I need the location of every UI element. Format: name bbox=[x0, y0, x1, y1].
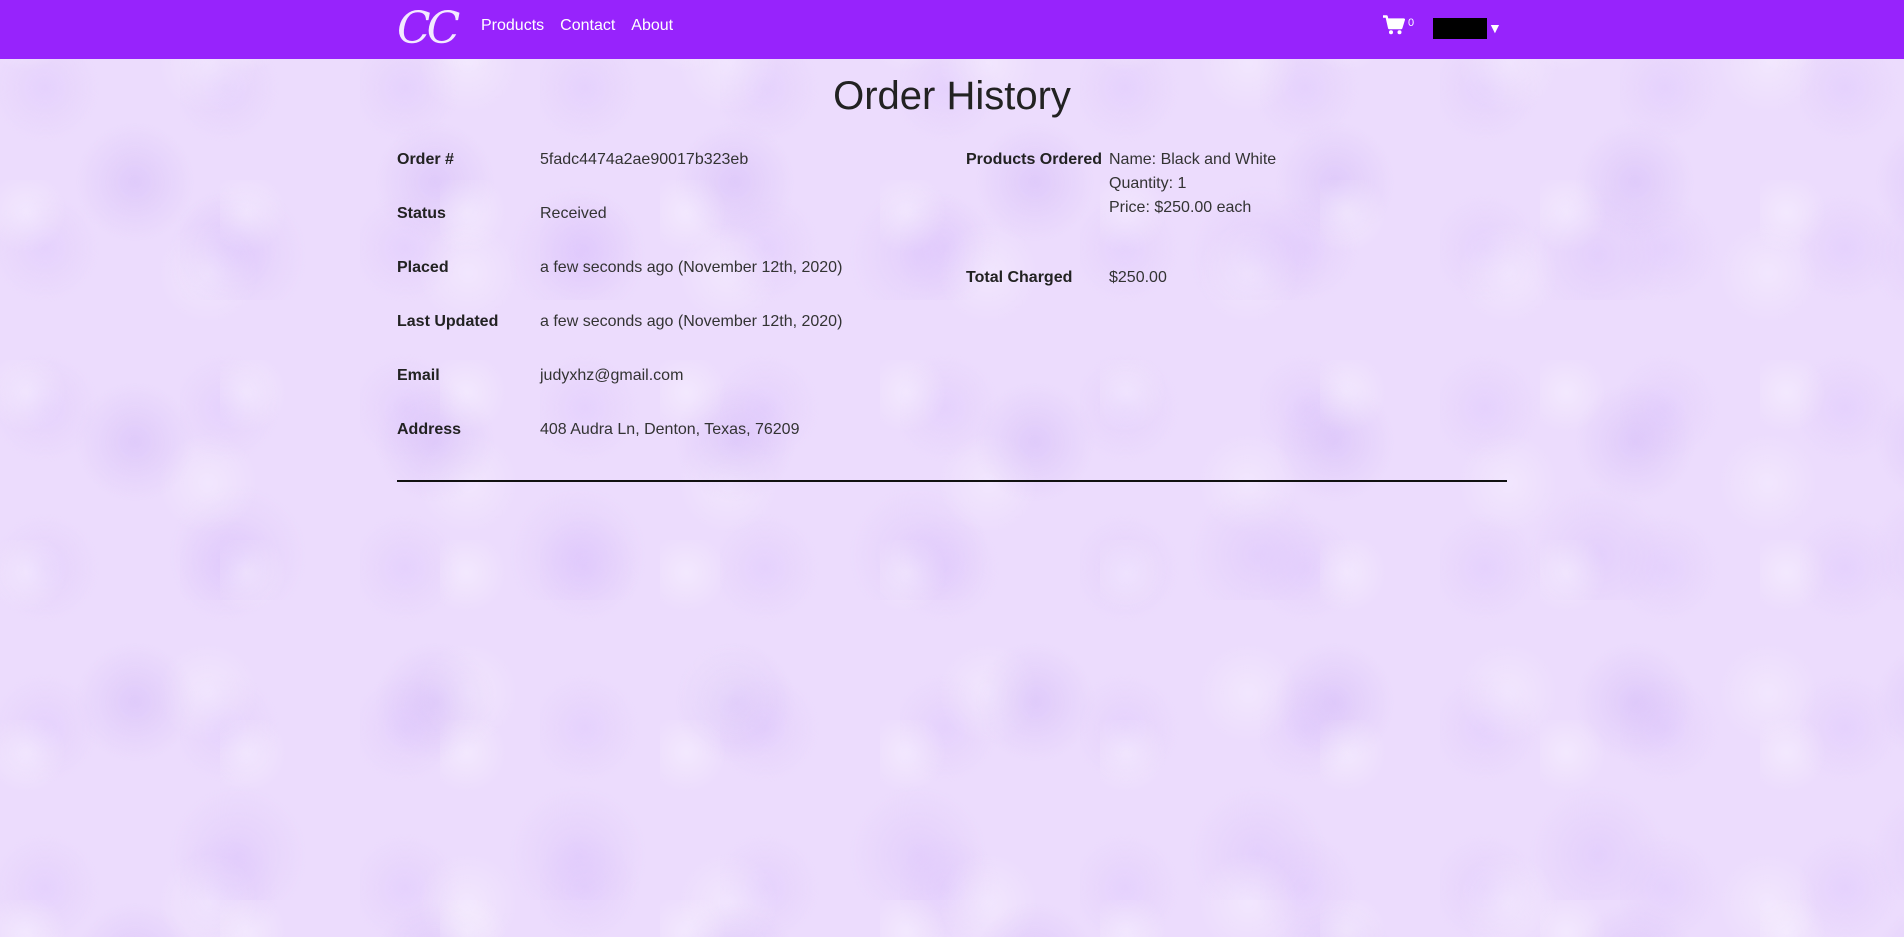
product-quantity: Quantity: 1 bbox=[1109, 175, 1187, 192]
user-menu-dropdown[interactable]: ▼ bbox=[1433, 18, 1502, 39]
order-number-label: Order # bbox=[397, 151, 454, 168]
product-name: Name: Black and White bbox=[1109, 151, 1277, 168]
address-row: Address 408 Audra Ln, Denton, Texas, 762… bbox=[397, 418, 957, 442]
status-value: Received bbox=[540, 205, 607, 222]
address-label: Address bbox=[397, 421, 462, 438]
nav-links: Products Contact About bbox=[481, 17, 689, 35]
order-details-left: Order # 5fadc4474a2ae90017b323eb Status … bbox=[397, 148, 957, 472]
order-number-row: Order # 5fadc4474a2ae90017b323eb bbox=[397, 148, 957, 172]
last-updated-value: a few seconds ago (November 12th, 2020) bbox=[540, 313, 843, 330]
products-ordered-row: Products Ordered Name: Black and White Q… bbox=[966, 148, 1506, 220]
page-title: Order History bbox=[833, 74, 1071, 118]
shopping-cart-icon bbox=[1383, 15, 1405, 35]
cart-button[interactable]: 0 bbox=[1383, 15, 1414, 37]
products-ordered-label: Products Ordered bbox=[966, 151, 1103, 168]
total-charged-row: Total Charged $250.00 bbox=[966, 266, 1506, 290]
order-number-value: 5fadc4474a2ae90017b323eb bbox=[540, 151, 749, 168]
username-redacted bbox=[1433, 18, 1487, 39]
address-value: 408 Audra Ln, Denton, Texas, 76209 bbox=[540, 421, 800, 438]
product-price: Price: $250.00 each bbox=[1109, 199, 1252, 216]
order-divider bbox=[397, 480, 1507, 482]
status-label: Status bbox=[397, 205, 446, 222]
last-updated-label: Last Updated bbox=[397, 313, 499, 330]
placed-label: Placed bbox=[397, 259, 449, 276]
order-details-right: Products Ordered Name: Black and White Q… bbox=[966, 148, 1506, 290]
nav-link-about[interactable]: About bbox=[631, 17, 673, 35]
nav-link-products[interactable]: Products bbox=[481, 17, 544, 35]
total-charged-label: Total Charged bbox=[966, 269, 1073, 286]
last-updated-row: Last Updated a few seconds ago (November… bbox=[397, 310, 957, 334]
nav-link-contact[interactable]: Contact bbox=[560, 17, 615, 35]
email-row: Email judyxhz@gmail.com bbox=[397, 364, 957, 388]
brand-logo[interactable]: CC bbox=[397, 4, 460, 54]
total-charged-value: $250.00 bbox=[1109, 269, 1167, 286]
top-navbar: CC Products Contact About 0 ▼ bbox=[0, 0, 1904, 59]
email-value: judyxhz@gmail.com bbox=[540, 367, 684, 384]
email-label: Email bbox=[397, 367, 440, 384]
placed-value: a few seconds ago (November 12th, 2020) bbox=[540, 259, 843, 276]
status-row: Status Received bbox=[397, 202, 957, 226]
cart-count-badge: 0 bbox=[1408, 17, 1415, 29]
caret-down-icon: ▼ bbox=[1488, 20, 1502, 36]
navbar-container: CC Products Contact About 0 ▼ bbox=[397, 0, 1507, 59]
placed-row: Placed a few seconds ago (November 12th,… bbox=[397, 256, 957, 280]
products-ordered-value: Name: Black and White Quantity: 1 Price:… bbox=[1109, 148, 1276, 220]
